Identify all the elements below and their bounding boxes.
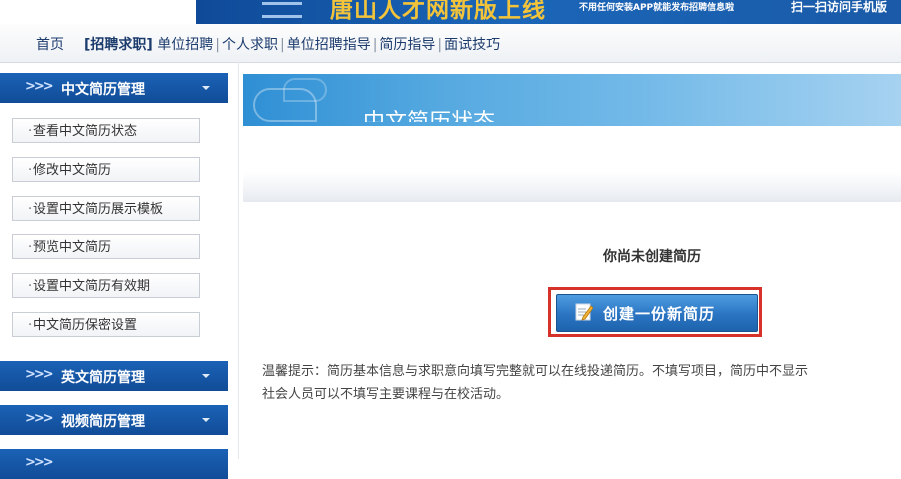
sidebar-item-validity-period[interactable]: 设置中文简历有效期	[12, 273, 200, 299]
chevron-down-icon[interactable]	[202, 86, 210, 90]
section-title: 视频简历管理	[61, 414, 145, 430]
sidebar-item-preview-resume[interactable]: 预览中文简历	[12, 234, 200, 260]
sidebar-section-video-resume[interactable]: >>> 视频简历管理	[0, 405, 228, 435]
banner-subtitle: 不用任何安装APP就能发布招聘信息啦	[579, 3, 735, 13]
empty-message: 你尚未创建简历	[603, 249, 701, 265]
decorative-swirl-icon	[283, 78, 327, 102]
double-chevron-icon: >>>	[25, 455, 54, 470]
sidebar: >>> 中文简历管理 查看中文简历状态 修改中文简历 设置中文简历展示模板 预览…	[0, 62, 233, 479]
sidebar-item-view-status[interactable]: 查看中文简历状态	[12, 118, 200, 144]
nav-item-employer-recruit[interactable]: 单位招聘	[157, 37, 213, 53]
banner-title: 唐山人才网新版上线	[330, 0, 546, 23]
sidebar-divider	[238, 62, 239, 459]
main-nav: 首页 [招聘求职] 单位招聘 | 个人求职 | 单位招聘指导 | 简历指导 | 面试技巧	[0, 24, 901, 63]
section-title: 中文简历管理	[61, 82, 145, 98]
top-banner: 唐山人才网新版上线 不用任何安装APP就能发布招聘信息啦 扫一扫访问手机版	[0, 0, 901, 24]
nav-links: 首页 [招聘求职] 单位招聘 | 个人求职 | 单位招聘指导 | 简历指导 | 面试技巧	[36, 37, 501, 53]
sidebar-section-chinese-resume[interactable]: >>> 中文简历管理	[0, 73, 228, 103]
nav-item-resume-guide[interactable]: 简历指导	[379, 37, 435, 53]
main-content-band	[243, 172, 901, 202]
nav-item-interview-tips[interactable]: 面试技巧	[444, 37, 500, 53]
edit-pen-icon	[575, 303, 593, 321]
tip-line-2: 社会人员可以不填写主要课程与在校活动。	[262, 387, 510, 402]
banner-logo-icon	[262, 2, 302, 18]
nav-item-jobs[interactable]: 招聘求职	[90, 37, 146, 53]
double-chevron-icon: >>>	[25, 79, 54, 94]
nav-item-personal-jobseek[interactable]: 个人求职	[222, 37, 278, 53]
tip-text: 温馨提示：简历基本信息与求职意向填写完整就可以在线投递简历。不填写项目，简历中不…	[262, 360, 808, 406]
double-chevron-icon: >>>	[25, 411, 54, 426]
nav-item-recruit-guide[interactable]: 单位招聘指导	[287, 37, 371, 53]
chevron-down-icon[interactable]	[202, 418, 210, 422]
sidebar-section-more[interactable]: >>>	[0, 449, 228, 479]
create-resume-button-label: 创建一份新简历	[603, 305, 716, 323]
banner-qr-text[interactable]: 扫一扫访问手机版	[791, 0, 887, 15]
sidebar-section-english-resume[interactable]: >>> 英文简历管理	[0, 361, 228, 391]
section-title: 英文简历管理	[61, 370, 145, 386]
sidebar-item-edit-resume[interactable]: 修改中文简历	[12, 157, 200, 183]
main-header-bar	[243, 74, 901, 126]
double-chevron-icon: >>>	[25, 367, 54, 382]
create-resume-button[interactable]: 创建一份新简历	[556, 294, 758, 332]
sidebar-item-display-template[interactable]: 设置中文简历展示模板	[12, 196, 200, 222]
nav-item-home[interactable]: 首页	[36, 37, 64, 53]
sidebar-item-privacy-settings[interactable]: 中文简历保密设置	[12, 312, 200, 338]
tip-line-1: 温馨提示：简历基本信息与求职意向填写完整就可以在线投递简历。不填写项目，简历中不…	[262, 364, 809, 379]
chevron-down-icon[interactable]	[202, 374, 210, 378]
